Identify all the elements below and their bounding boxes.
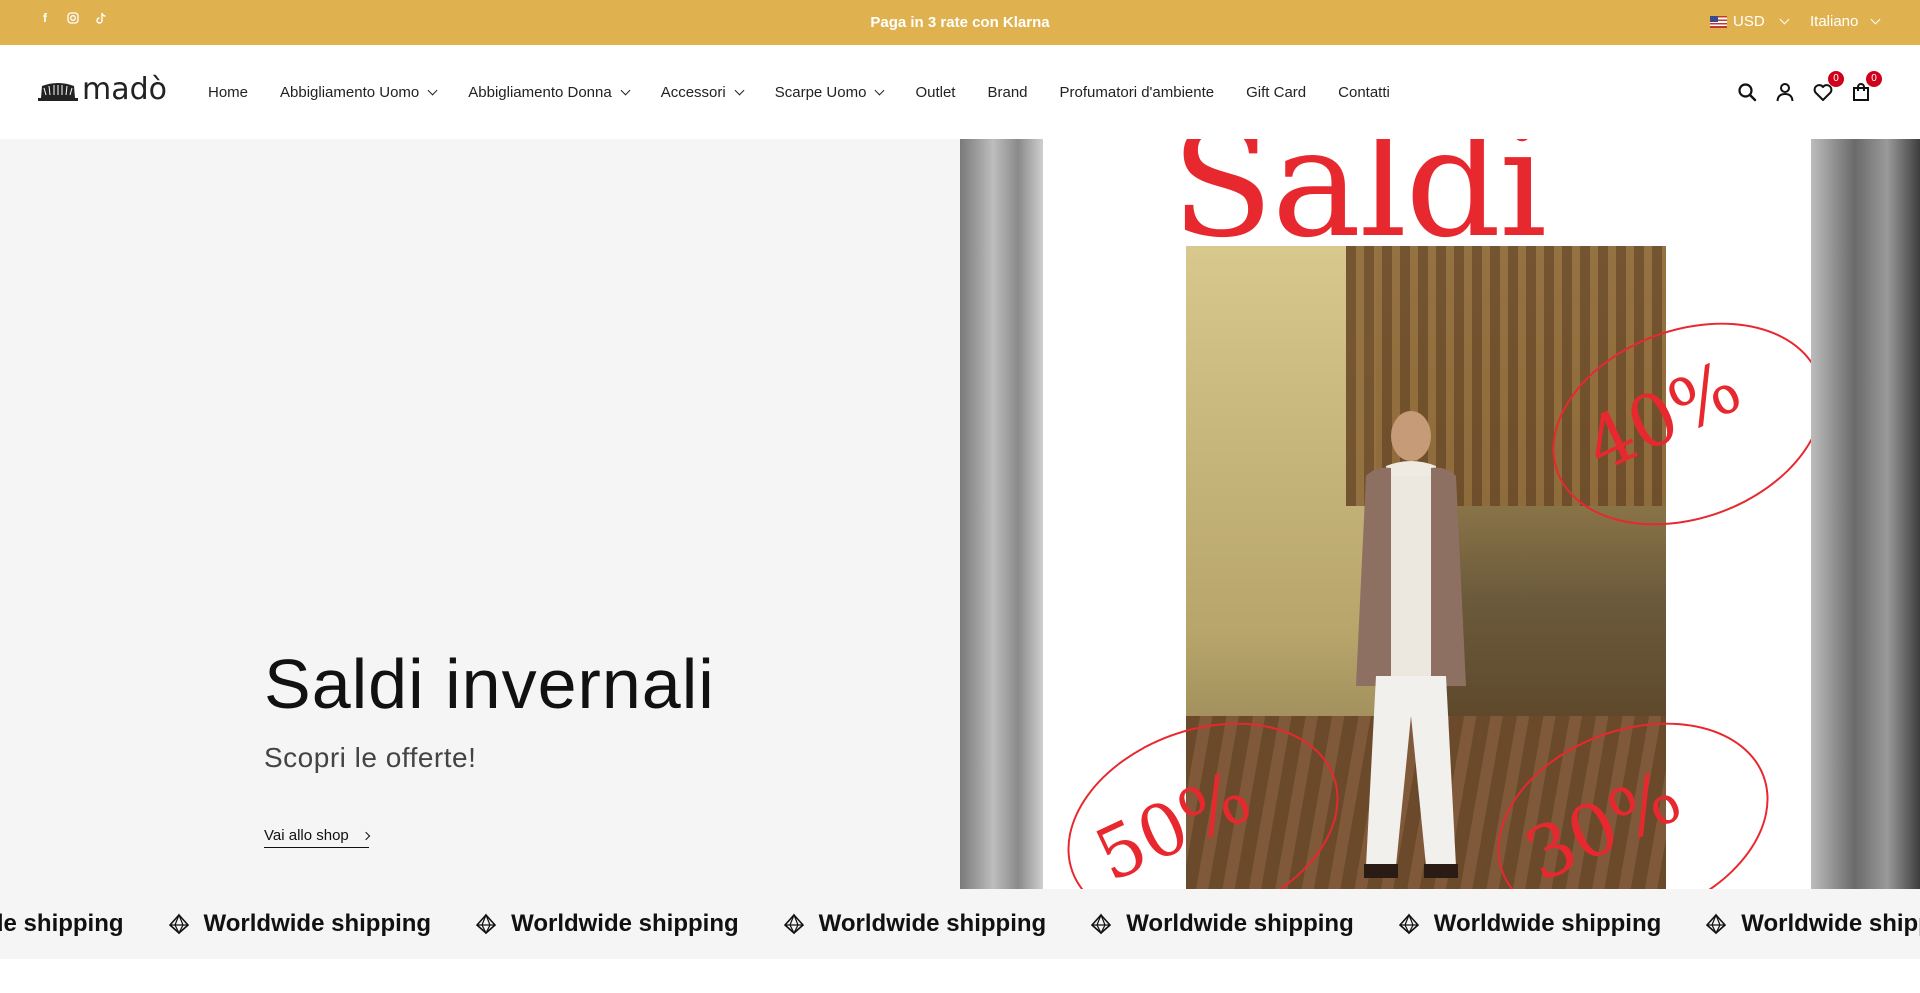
- nav-item-abbigliamento-uomo[interactable]: Abbigliamento Uomo: [280, 83, 438, 101]
- diamond-icon: [783, 913, 804, 935]
- marquee-text: Worldwide shipping: [203, 910, 432, 937]
- hero-title: Saldi invernali: [264, 645, 715, 723]
- nav-item-scarpe-uomo[interactable]: Scarpe Uomo: [774, 83, 885, 101]
- cart-count-badge: 0: [1866, 71, 1882, 87]
- marquee-item: Worldwide shipping: [1398, 910, 1662, 938]
- currency-selector[interactable]: USD: [1710, 13, 1790, 30]
- marquee-text: Worldwide shipping: [1741, 910, 1920, 937]
- language-label: Italiano: [1810, 13, 1859, 30]
- shop-now-link[interactable]: Vai allo shop: [264, 827, 371, 848]
- hero-subtitle: Scopri le offerte!: [264, 742, 477, 773]
- poster-headline: Saldi: [1171, 139, 1547, 271]
- diamond-icon: [1706, 913, 1727, 935]
- marquee-text: Worldwide shipping: [1126, 910, 1354, 937]
- chevron-right-icon: [361, 831, 371, 840]
- marquee-item: Worldwide shipping: [1705, 910, 1920, 938]
- marquee-item: Worldwide shipping: [475, 910, 739, 938]
- currency-label: USD: [1733, 13, 1765, 30]
- heart-icon: [1813, 83, 1833, 101]
- hero-text-panel: Saldi invernali Scopri le offerte! Vai a…: [0, 139, 960, 889]
- cart-button[interactable]: 0: [1850, 71, 1882, 103]
- nav-label: Contatti: [1338, 83, 1390, 101]
- search-icon: [1738, 83, 1757, 102]
- marquee-text: Worldwide shipping: [818, 910, 1047, 937]
- shipping-marquee: Worldwide shipping Worldwide shipping Worl…: [0, 889, 1920, 959]
- language-selector[interactable]: Italiano: [1810, 13, 1881, 30]
- chevron-down-icon: [734, 85, 745, 95]
- chevron-down-icon: [1870, 14, 1881, 25]
- logo-mark-icon: [38, 83, 78, 101]
- nav-item-gift-card[interactable]: Gift Card: [1246, 84, 1306, 101]
- shop-now-label: Vai allo shop: [264, 827, 349, 844]
- wishlist-count-badge: 0: [1828, 71, 1844, 87]
- marquee-item: Worldwide shipping: [0, 910, 124, 938]
- chevron-down-icon: [427, 85, 438, 95]
- model-figure: [1356, 411, 1466, 878]
- page-continuation: [0, 959, 1920, 993]
- site-header: madò Home Abbigliamento Uomo Abbigliamen…: [0, 45, 1920, 139]
- nav-label: Scarpe Uomo: [774, 83, 867, 101]
- blurred-background: [1811, 139, 1920, 889]
- diamond-icon: [168, 913, 189, 935]
- nav-item-abbigliamento-donna[interactable]: Abbigliamento Donna: [468, 83, 631, 101]
- hero-image: Saldi 40% 50% 30%: [960, 139, 1920, 889]
- nav-item-accessori[interactable]: Accessori: [660, 83, 745, 101]
- logo[interactable]: madò: [38, 75, 167, 105]
- nav-label: Brand: [987, 83, 1028, 101]
- marquee-text: Worldwide shipping: [511, 910, 739, 937]
- chevron-down-icon: [620, 85, 631, 95]
- promo-text[interactable]: Paga in 3 rate con Klarna: [0, 0, 1920, 45]
- diamond-icon: [475, 913, 497, 935]
- chevron-down-icon: [875, 85, 885, 95]
- logo-text: madò: [82, 72, 168, 107]
- marquee-item: Worldwide shipping: [1090, 910, 1354, 938]
- hero-banner: Saldi invernali Scopri le offerte! Vai a…: [0, 139, 1920, 889]
- header-actions: 0 0: [1736, 45, 1882, 139]
- nav-item-home[interactable]: Home: [208, 84, 248, 101]
- nav-label: Abbigliamento Uomo: [280, 83, 420, 101]
- nav-label: Home: [208, 83, 249, 101]
- nav-label: Outlet: [915, 83, 956, 101]
- nav-item-contatti[interactable]: Contatti: [1338, 84, 1390, 101]
- nav-label: Accessori: [660, 83, 726, 101]
- nav-item-profumatori[interactable]: Profumatori d'ambiente: [1060, 84, 1215, 101]
- nav-label: Gift Card: [1246, 83, 1307, 101]
- chevron-down-icon: [1779, 14, 1790, 25]
- sale-poster: Saldi 40% 50% 30%: [1043, 139, 1811, 889]
- announcement-bar: f Paga in 3 rate con Klarna USD Italiano: [0, 0, 1920, 45]
- diamond-icon: [1398, 913, 1419, 935]
- wishlist-button[interactable]: 0: [1812, 71, 1844, 103]
- account-button[interactable]: [1774, 81, 1796, 103]
- search-button[interactable]: [1736, 81, 1758, 103]
- marquee-track: Worldwide shipping Worldwide shipping Worl…: [0, 889, 1920, 959]
- marquee-text: Worldwide shipping: [0, 910, 124, 937]
- blurred-background: [960, 139, 1043, 889]
- us-flag-icon: [1710, 15, 1727, 28]
- marquee-item: Worldwide shipping: [783, 910, 1047, 938]
- diamond-icon: [1091, 913, 1112, 935]
- nav-label: Profumatori d'ambiente: [1059, 83, 1215, 101]
- nav-label: Abbigliamento Donna: [468, 83, 612, 101]
- nav-item-outlet[interactable]: Outlet: [915, 84, 955, 101]
- marquee-text: Worldwide shipping: [1433, 910, 1662, 937]
- nav-item-brand[interactable]: Brand: [987, 84, 1027, 101]
- user-icon: [1776, 83, 1794, 102]
- main-nav: Home Abbigliamento Uomo Abbigliamento Do…: [208, 45, 1422, 139]
- marquee-item: Worldwide shipping: [168, 910, 432, 938]
